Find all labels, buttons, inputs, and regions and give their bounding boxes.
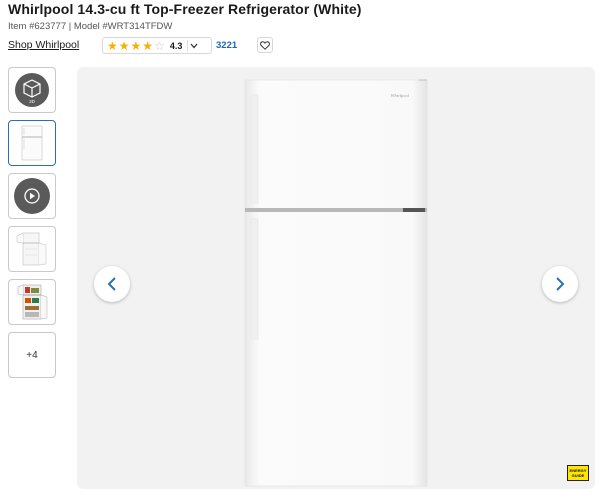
brand-badge: Whirlpool	[391, 93, 410, 98]
thumb-video[interactable]	[8, 173, 56, 219]
refrigerator-interior-icon	[17, 284, 48, 320]
rating-value: 4.3	[169, 40, 183, 51]
thumb-open-door[interactable]	[8, 226, 56, 272]
item-model-meta: Item #623777 | Model #WRT314TFDW	[8, 21, 173, 32]
star-icon: ★	[107, 38, 118, 53]
heart-icon	[260, 40, 270, 50]
chevron-left-icon	[107, 277, 116, 291]
rating-stars: ★ ★ ★ ★ ☆	[107, 40, 166, 52]
shop-brand-link[interactable]: Shop Whirlpool	[8, 39, 79, 51]
review-count-link[interactable]: 3221	[216, 40, 237, 51]
thumb-front-image[interactable]	[8, 120, 56, 166]
chevron-right-icon	[556, 277, 565, 291]
star-outline-icon: ☆	[154, 38, 165, 53]
rating-widget[interactable]: ★ ★ ★ ★ ☆ 4.3	[102, 37, 212, 54]
star-icon: ★	[118, 38, 130, 53]
chevron-down-icon[interactable]	[187, 39, 199, 52]
thumb-more[interactable]: +4	[8, 332, 56, 378]
next-image-button[interactable]	[542, 266, 578, 302]
previous-image-button[interactable]	[94, 266, 130, 302]
refrigerator-main-image: Whirlpool	[244, 79, 428, 487]
refrigerator-icon	[21, 125, 43, 161]
thumb-3d-view[interactable]: 3D	[8, 67, 56, 113]
main-image-gallery: Whirlpool ENERGY GUIDE	[77, 67, 595, 489]
star-icon: ★	[130, 38, 142, 53]
energy-guide-badge[interactable]: ENERGY GUIDE	[567, 465, 589, 481]
thumb-interior[interactable]	[8, 279, 56, 325]
refrigerator-open-icon	[16, 232, 47, 266]
play-icon	[14, 178, 50, 214]
star-icon: ★	[142, 38, 154, 53]
favorite-button[interactable]	[257, 37, 273, 53]
product-title: Whirlpool 14.3-cu ft Top-Freezer Refrige…	[8, 1, 362, 17]
3d-badge: 3D	[29, 99, 36, 104]
more-images-label: +4	[26, 349, 38, 361]
3d-cube-icon: 3D	[15, 73, 49, 107]
